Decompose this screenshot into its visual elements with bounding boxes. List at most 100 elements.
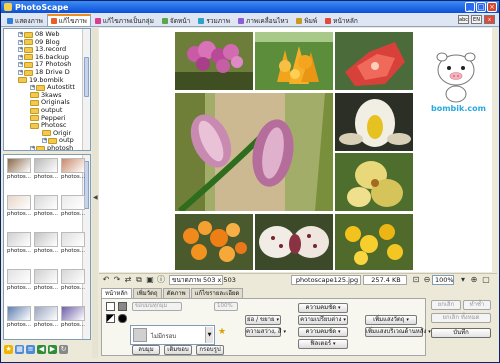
expand-icon[interactable]: + [18, 32, 23, 37]
frame-button[interactable]: กรอบรูป [196, 345, 224, 355]
frame-square-icon[interactable] [106, 302, 115, 311]
info-icon[interactable]: ⓘ [157, 276, 165, 284]
folder-icon [30, 99, 39, 106]
paste-icon[interactable]: ▣ [146, 276, 154, 284]
resize-button[interactable]: ย่อ / ขยาย ▾ [245, 315, 281, 325]
zoom-level[interactable]: 100% [432, 275, 454, 285]
expand-icon[interactable]: + [18, 39, 23, 45]
tree-folder[interactable]: + photosh [30, 144, 73, 150]
main-tab-7[interactable]: หน้าหลัก [321, 14, 362, 26]
remove-corners-button[interactable]: ลบมุม [132, 345, 160, 355]
close-button[interactable]: × [487, 2, 497, 12]
sort-icon[interactable]: ≡ [26, 344, 35, 354]
main-tab-0[interactable]: แสดงภาพ [3, 14, 47, 26]
expand-icon[interactable]: + [18, 70, 23, 75]
redo-button[interactable]: ทำซ้ำ [463, 300, 491, 310]
browser-toolbar: ★ ▦ ≡ ◀ ▶ ↻ [3, 342, 91, 356]
zoom-out-icon[interactable]: ⊖ [423, 276, 431, 284]
main-tab-1[interactable]: แก้ไขภาพ [46, 14, 91, 26]
thumbnail-label: photos... [7, 248, 31, 254]
thumbnail-item[interactable]: photos... [6, 269, 32, 292]
sharpen-button[interactable]: ความคมชัด ▾ [298, 303, 348, 313]
zoom-in-icon[interactable]: ⊕ [470, 276, 478, 284]
expand-icon[interactable]: + [18, 47, 23, 53]
thumbnail-item[interactable]: photos... [60, 232, 86, 255]
thumbnail-item[interactable]: photos... [33, 232, 59, 255]
thumbnail-item[interactable]: photos... [6, 158, 32, 181]
original-size-icon[interactable]: ▢ [482, 276, 490, 284]
tree-scroll-thumb[interactable] [84, 57, 89, 97]
main-tab-5[interactable]: ภาพเคลื่อนไหว [234, 14, 292, 26]
back-icon[interactable]: ◀ [37, 344, 46, 354]
edit-tab-crop[interactable]: ตัดภาพ [162, 288, 190, 298]
backlight-bg-button[interactable]: เพิ่มแสงบริเวณด้านหลัง ▾ [365, 327, 431, 337]
edit-tab-tools[interactable]: แก้ไขรายละเอียด [190, 288, 244, 298]
folder-icon [42, 130, 51, 137]
thumbnail-item[interactable]: photos... [33, 306, 59, 329]
flip-icon[interactable]: ⇄ [124, 276, 132, 284]
tree-scrollbar[interactable] [82, 29, 90, 150]
round-corners-value[interactable]: 100% [214, 302, 238, 311]
rotate-right-icon[interactable]: ↷ [113, 276, 121, 284]
thumbnail-item[interactable]: photos... [33, 158, 59, 181]
thumbnail-label: photos... [61, 211, 85, 217]
photo-canvas[interactable]: bombik.com [99, 28, 492, 272]
folder-icon [36, 84, 45, 91]
expand-icon[interactable]: + [30, 146, 35, 150]
frame-dropdown-icon[interactable]: ▼ [205, 327, 213, 343]
zoom-dropdown-icon[interactable]: ▾ [459, 276, 467, 284]
thumbnail-item[interactable]: photos... [60, 158, 86, 181]
main-tab-4[interactable]: รวมภาพ [194, 14, 234, 26]
panel-splitter[interactable]: ◀ [92, 28, 98, 358]
folder-tree[interactable]: +08 Web +09 Blog +13.record +16.backup +17 P… [3, 28, 91, 151]
frame-filled-icon[interactable] [118, 302, 127, 311]
main-tab-3[interactable]: จัดหน้า [158, 14, 194, 26]
thumbnail-item[interactable]: photos... [60, 195, 86, 218]
zoom-fit-icon[interactable]: ⊡ [412, 276, 420, 284]
frame-corner-icon[interactable] [106, 314, 115, 323]
thumbnail-item[interactable]: photos... [33, 269, 59, 292]
edit-tab-object[interactable]: เพิ่มวัตถุ [132, 288, 162, 298]
brightness-color-button[interactable]: ความสว่าง, สี ▾ [245, 327, 286, 337]
refresh-icon[interactable]: ↻ [59, 344, 68, 354]
expand-icon[interactable]: + [42, 138, 47, 144]
expand-icon[interactable]: + [18, 54, 23, 60]
splitter-arrow-icon[interactable]: ◀ [93, 188, 98, 208]
frame-round-icon[interactable] [118, 314, 127, 323]
language-button[interactable]: abc [458, 15, 469, 24]
exit-button[interactable]: x [484, 15, 495, 24]
round-corners-slider[interactable]: ขอบมนทุกมุม [132, 302, 182, 311]
frame-favorite-icon[interactable]: ★ [218, 327, 226, 337]
rotate-left-icon[interactable]: ↶ [102, 276, 110, 284]
minimize-button[interactable]: _ [465, 2, 475, 12]
thumbnail-item[interactable]: photos... [6, 306, 32, 329]
main-tab-6[interactable]: พิมพ์ [292, 14, 321, 26]
backlight-object-button[interactable]: เพิ่มแสงวัตถุ ▾ [365, 315, 417, 325]
copy-icon[interactable]: ⧉ [135, 276, 143, 284]
edit-home-panel: ขอบมนทุกมุม 100% ไม่มีกรอบ ▼ ★ ลบมุม เติ… [101, 298, 431, 356]
maximize-button[interactable]: □ [476, 2, 486, 12]
thumbnail-item[interactable]: photos... [6, 195, 32, 218]
thumbnail-item[interactable]: photos... [6, 232, 32, 255]
sharpness-button[interactable]: ความคมชัด ▾ [298, 327, 348, 337]
expand-icon[interactable]: + [30, 85, 35, 91]
view-icon[interactable]: ▦ [15, 344, 24, 354]
filter-button[interactable]: ฟิลเตอร์ ▾ [298, 339, 348, 349]
expand-icon[interactable]: + [18, 62, 23, 68]
fill-border-button[interactable]: เติมขอบ [164, 345, 192, 355]
thumbnail-item[interactable]: photos... [33, 195, 59, 218]
main-tab-2[interactable]: แก้ไขภาพเป็นกลุ่ม [91, 14, 158, 26]
undo-button[interactable]: ยกเลิก [431, 300, 461, 310]
thumbnail-item[interactable]: photos... [60, 306, 86, 329]
thumbnail-item[interactable]: photos... [60, 269, 86, 292]
favorite-icon[interactable]: ★ [4, 344, 13, 354]
contrast-button[interactable]: ความเปรียบต่าง ▾ [298, 315, 348, 325]
edit-tab-home[interactable]: หน้าหลัก [101, 288, 132, 298]
photo-orchid-buds [175, 93, 333, 211]
english-button[interactable]: EN [471, 15, 482, 24]
thumbnail-image [34, 195, 58, 210]
forward-icon[interactable]: ▶ [48, 344, 57, 354]
save-button[interactable]: บันทึก [431, 328, 491, 338]
undo-all-button[interactable]: ยกเลิก ทั้งหมด [431, 313, 491, 323]
frame-selector[interactable]: ไม่มีกรอบ ▼ [130, 325, 215, 345]
